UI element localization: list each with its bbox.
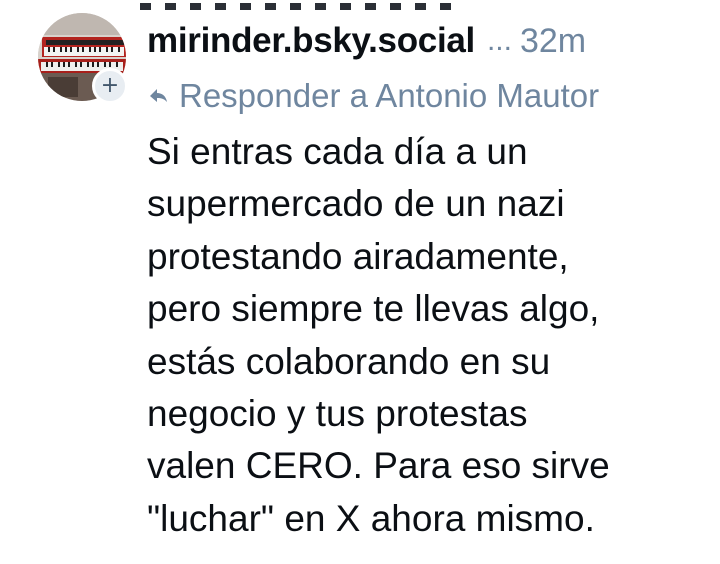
reply-context[interactable]: Responder a Antonio Mautor xyxy=(147,74,707,118)
reply-to-label[interactable]: Responder a Antonio Mautor xyxy=(179,77,599,115)
avatar-container[interactable]: + xyxy=(38,13,128,104)
truncation-ellipsis: ... xyxy=(486,24,512,57)
body-line: "luchar" en X ahora mismo. xyxy=(147,497,595,539)
body-line: supermercado de un nazi xyxy=(147,183,565,225)
post-body: Si entras cada día a un supermercado de … xyxy=(147,126,717,545)
post-header: mirinder.bsky.social ... 32m xyxy=(147,18,692,64)
body-line: pero siempre te llevas algo, xyxy=(147,288,600,330)
body-line: valen CERO. Para eso sirve xyxy=(147,445,610,487)
body-line: negocio y tus protestas xyxy=(147,393,528,435)
body-line: protestando airadamente, xyxy=(147,235,569,277)
post[interactable]: + mirinder.bsky.social ... 32m Responder… xyxy=(0,0,720,564)
author-handle[interactable]: mirinder.bsky.social xyxy=(147,21,475,61)
post-timestamp[interactable]: 32m xyxy=(520,22,586,61)
body-line: estás colaborando en su xyxy=(147,340,551,382)
reply-arrow-icon xyxy=(150,89,167,102)
previous-post-remnant xyxy=(140,0,520,10)
body-line: Si entras cada día a un xyxy=(147,131,528,172)
follow-plus-icon[interactable]: + xyxy=(92,68,128,104)
